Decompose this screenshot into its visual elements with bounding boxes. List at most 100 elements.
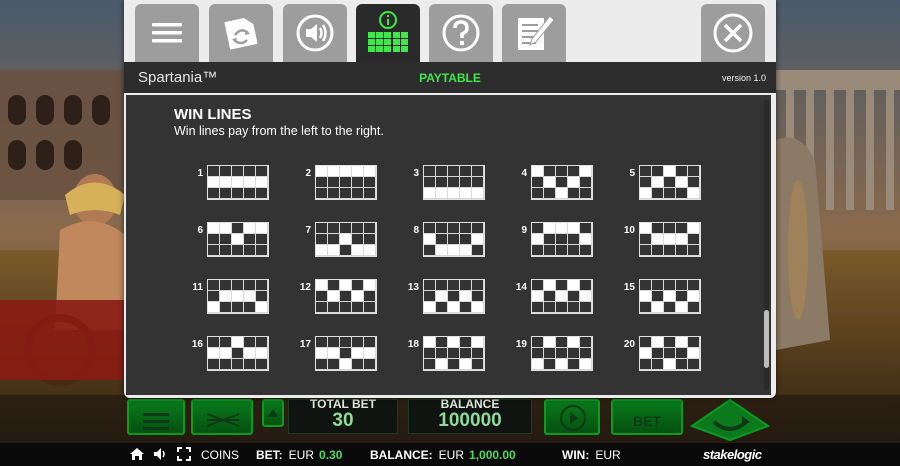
win-line-number: 1 [197, 168, 203, 179]
pattern-cell [676, 166, 688, 177]
home-icon[interactable] [129, 446, 145, 462]
pattern-cell [424, 359, 436, 370]
pattern-cell [664, 280, 676, 291]
win-line-number: 10 [623, 225, 635, 236]
pattern-cell [460, 223, 472, 234]
tab-menu[interactable] [135, 4, 199, 62]
pattern-cell-active [232, 234, 244, 245]
pattern-cell [640, 177, 652, 188]
win-line-pattern [423, 336, 485, 371]
pattern-cell [568, 234, 580, 245]
pattern-cell [544, 359, 556, 370]
pattern-cell-active [556, 291, 568, 302]
pattern-cell [580, 348, 592, 359]
pattern-cell [640, 166, 652, 177]
tab-close[interactable] [701, 4, 765, 62]
pattern-cell-active [208, 302, 220, 313]
pattern-cell [460, 337, 472, 348]
pattern-cell [328, 337, 340, 348]
pattern-cell-active [436, 188, 448, 199]
autoplay-button[interactable] [689, 396, 771, 442]
pattern-cell-active [580, 234, 592, 245]
pattern-cell-active [244, 223, 256, 234]
tab-sound[interactable] [283, 4, 347, 62]
pattern-cell-active [544, 280, 556, 291]
pattern-cell [448, 177, 460, 188]
pattern-cell [208, 337, 220, 348]
pattern-cell [472, 280, 484, 291]
pattern-cell [568, 166, 580, 177]
pattern-cell [568, 348, 580, 359]
pattern-cell [328, 302, 340, 313]
pattern-cell [532, 245, 544, 256]
pattern-cell [688, 234, 700, 245]
pattern-cell [676, 245, 688, 256]
sound-icon [296, 14, 334, 52]
max-bet-button[interactable]: BET [611, 399, 683, 435]
tab-autoplay-settings[interactable] [209, 4, 273, 62]
pattern-cell [568, 359, 580, 370]
pattern-cell-active [664, 166, 676, 177]
pattern-cell [664, 348, 676, 359]
pattern-cell-active [436, 359, 448, 370]
pattern-cell [460, 348, 472, 359]
pattern-cell-active [460, 245, 472, 256]
pattern-cell-active [208, 223, 220, 234]
pattern-cell-active [472, 302, 484, 313]
tab-history[interactable] [502, 4, 566, 62]
pattern-cell [556, 302, 568, 313]
pattern-cell [460, 234, 472, 245]
pattern-cell [676, 188, 688, 199]
pattern-cell [220, 337, 232, 348]
paytable-content[interactable]: WIN LINES Win lines pay from the left to… [126, 95, 771, 395]
lines-button[interactable] [191, 399, 253, 435]
autoplay-settings-icon [224, 18, 258, 50]
scrollbar-thumb[interactable] [764, 310, 769, 368]
pattern-cell [352, 359, 364, 370]
pattern-cell [652, 348, 664, 359]
fullscreen-icon[interactable] [176, 446, 192, 462]
win-line-pattern [639, 222, 701, 257]
pattern-cell-active [652, 302, 664, 313]
coins-toggle[interactable]: COINS [201, 448, 239, 462]
pattern-cell [352, 337, 364, 348]
game-menu-button[interactable] [127, 399, 185, 435]
pattern-cell-active [448, 245, 460, 256]
pattern-cell [688, 280, 700, 291]
balance-currency: EUR [438, 448, 465, 462]
pattern-cell-active [244, 177, 256, 188]
pattern-cell [436, 177, 448, 188]
pattern-cell-active [652, 177, 664, 188]
pattern-cell [256, 280, 268, 291]
pattern-cell [340, 188, 352, 199]
pattern-cell-active [208, 177, 220, 188]
tab-help[interactable] [429, 4, 493, 62]
pattern-cell [352, 188, 364, 199]
sound-toggle-icon[interactable] [152, 446, 168, 462]
win-line-pattern [315, 279, 377, 314]
bet-down-button[interactable] [262, 399, 284, 427]
tab-paytable[interactable] [356, 4, 420, 62]
pattern-cell [316, 188, 328, 199]
pattern-cell-active [676, 234, 688, 245]
pattern-cell-active [316, 280, 328, 291]
pattern-cell-active [544, 223, 556, 234]
pattern-cell [328, 223, 340, 234]
pattern-cell [424, 223, 436, 234]
pattern-cell-active [460, 291, 472, 302]
pattern-cell-active [676, 337, 688, 348]
pattern-cell [232, 359, 244, 370]
pattern-cell [676, 359, 688, 370]
pattern-cell [556, 177, 568, 188]
pattern-cell [568, 245, 580, 256]
pattern-cell [220, 359, 232, 370]
win-line-number: 19 [515, 339, 527, 350]
pattern-cell [688, 177, 700, 188]
pattern-cell [232, 280, 244, 291]
pattern-cell [424, 177, 436, 188]
win-line-number: 2 [305, 168, 311, 179]
pattern-cell-active [364, 348, 376, 359]
pattern-cell-active [232, 177, 244, 188]
spin-button[interactable] [544, 399, 600, 435]
pattern-cell [580, 302, 592, 313]
